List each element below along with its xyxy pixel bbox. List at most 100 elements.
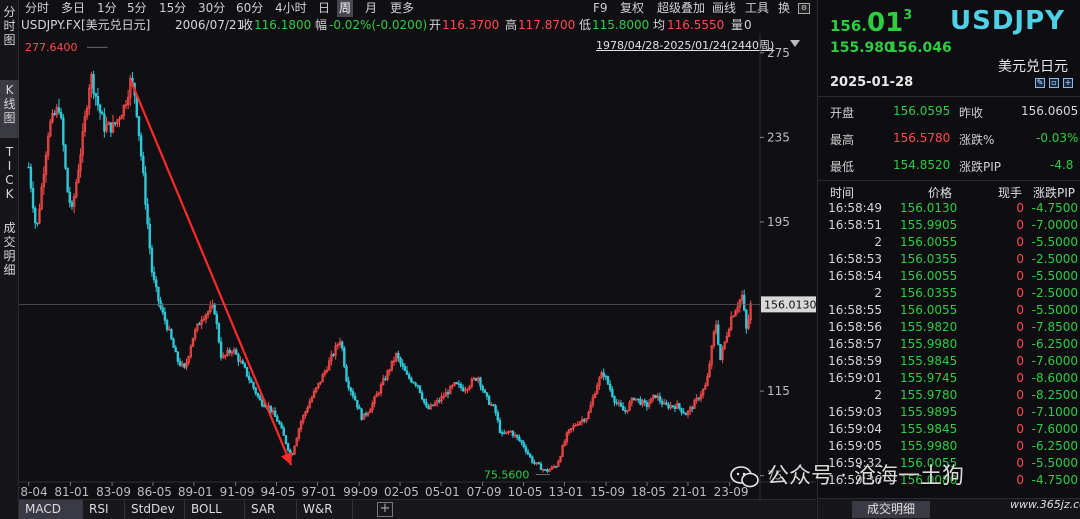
- period-button-timeshare[interactable]: 分时: [25, 0, 49, 17]
- candle-body: [146, 204, 149, 225]
- add-indicator-button[interactable]: +: [377, 502, 393, 517]
- divider: [818, 180, 1080, 181]
- period-button-multiday[interactable]: 多日: [61, 0, 85, 17]
- bid-price: 155.980: [830, 40, 894, 56]
- tab-macd[interactable]: MACD: [19, 500, 83, 519]
- candle-body: [70, 202, 74, 207]
- period-button-15m[interactable]: 15分: [159, 0, 186, 17]
- tick-pip: -7.8500: [1031, 320, 1078, 334]
- quote-date: 2025-01-28: [830, 75, 914, 90]
- y-tick-label: 115: [767, 384, 790, 398]
- candle-body: [583, 419, 586, 422]
- candle-body: [139, 135, 143, 157]
- candle-body: [516, 434, 519, 438]
- candle-body: [109, 122, 113, 133]
- candle-body: [273, 410, 277, 417]
- tick-time: 16:58:56: [828, 320, 882, 334]
- tab-stddev[interactable]: StdDev: [125, 500, 185, 519]
- tick-time: 2: [874, 235, 882, 249]
- y-tick-label: 195: [767, 215, 790, 229]
- tick-pip: -5.5000: [1031, 235, 1078, 249]
- candle-body: [423, 398, 426, 403]
- candle-body: [606, 376, 610, 385]
- tick-pip: -2.5000: [1031, 286, 1078, 300]
- tick-price: 155.9845: [900, 354, 958, 368]
- period-button-60m[interactable]: 60分: [236, 0, 263, 17]
- x-tick-label: 97-01: [301, 485, 336, 499]
- candle-body: [745, 309, 748, 329]
- candle-body: [148, 223, 151, 249]
- watermark: 公众号 · 沧海一土狗: [730, 458, 964, 490]
- adjust-button[interactable]: 复权: [620, 0, 644, 17]
- tick-row: 16:58:55 156.0055 0 -5.5000: [818, 302, 1080, 319]
- candle-body: [602, 372, 605, 377]
- tab-kline[interactable]: K线图: [0, 80, 19, 138]
- candle-body: [347, 380, 350, 389]
- add-icon[interactable]: +: [1063, 78, 1073, 88]
- change-value: -0.02%(-0.0200): [329, 18, 428, 32]
- candle-body: [427, 406, 430, 410]
- candle-body: [250, 379, 253, 383]
- tab-trade-detail[interactable]: 成交明细: [0, 218, 19, 288]
- candle-body: [511, 430, 515, 436]
- tick-price: 156.0355: [900, 286, 958, 300]
- tab-rsi[interactable]: RSI: [83, 500, 125, 519]
- tab-wr[interactable]: W&R: [297, 500, 353, 519]
- candle-body: [219, 341, 223, 358]
- tick-time: 16:59:05: [828, 439, 882, 453]
- tick-time: 16:58:59: [828, 354, 882, 368]
- tick-price: 155.9895: [900, 405, 958, 419]
- tab-tick[interactable]: TICK: [0, 142, 19, 214]
- tab-trade-detail-footer[interactable]: 成交明细: [852, 501, 930, 518]
- candle-body: [624, 410, 627, 412]
- edit-icon[interactable]: ✎: [1035, 78, 1045, 88]
- tab-tick-label: TICK: [5, 145, 14, 201]
- tab-sar[interactable]: SAR: [245, 500, 297, 519]
- tab-boll[interactable]: BOLL: [185, 500, 245, 519]
- candle-body: [537, 462, 541, 465]
- period-button-1m[interactable]: 1分: [97, 0, 117, 17]
- period-button-day[interactable]: 日: [318, 0, 330, 17]
- tick-time: 16:59:04: [828, 422, 882, 436]
- period-button-month[interactable]: 月: [365, 0, 377, 17]
- candle-body: [64, 144, 67, 169]
- tick-row: 16:58:49 156.0130 0 -4.7500: [818, 200, 1080, 217]
- window-icon[interactable]: ▫: [1049, 78, 1059, 88]
- period-button-30m[interactable]: 30分: [198, 0, 225, 17]
- candle-body: [438, 400, 441, 402]
- candle-body: [237, 354, 240, 362]
- draw-line-button[interactable]: 画线: [712, 0, 736, 17]
- candle-body: [615, 401, 618, 404]
- period-button-4h[interactable]: 4小时: [275, 0, 307, 17]
- candle-body: [474, 377, 478, 381]
- x-tick-label: 02-05: [384, 485, 419, 499]
- tick-pip: -5.5000: [1031, 456, 1078, 470]
- f9-button[interactable]: F9: [593, 0, 608, 17]
- tools-button[interactable]: 工具: [745, 0, 769, 17]
- period-button-more[interactable]: 更多: [390, 0, 414, 17]
- tick-price: 156.0055: [900, 269, 958, 283]
- high-value: 117.8700: [518, 18, 576, 32]
- stat-pip-value: -4.8: [1050, 158, 1074, 172]
- overlay-button[interactable]: 超级叠加: [657, 0, 705, 17]
- candle-body: [658, 395, 662, 402]
- settings-icon[interactable]: ⚙: [798, 3, 810, 14]
- volume-value: 0: [744, 18, 752, 32]
- candle-body: [176, 351, 180, 362]
- period-button-week[interactable]: 周: [337, 0, 354, 17]
- candle-body: [457, 383, 461, 386]
- candle-body: [680, 407, 683, 413]
- candle-body: [254, 387, 257, 394]
- tick-price: 155.9745: [900, 371, 958, 385]
- tick-pip: -7.6000: [1031, 422, 1078, 436]
- candle-body: [263, 405, 266, 408]
- kline-chart[interactable]: 2752351951157578-0481-0183-0986-0589-019…: [19, 34, 816, 499]
- period-button-5m[interactable]: 5分: [127, 0, 147, 17]
- tab-timeshare[interactable]: 分时图: [0, 2, 19, 72]
- candle-body: [425, 402, 428, 407]
- tick-pip: -5.5000: [1031, 303, 1078, 317]
- switch-button[interactable]: 换: [778, 0, 790, 17]
- candle-body: [178, 361, 182, 366]
- stat-pct-label: 涨跌%: [959, 133, 995, 147]
- x-tick-label: 13-01: [548, 485, 583, 499]
